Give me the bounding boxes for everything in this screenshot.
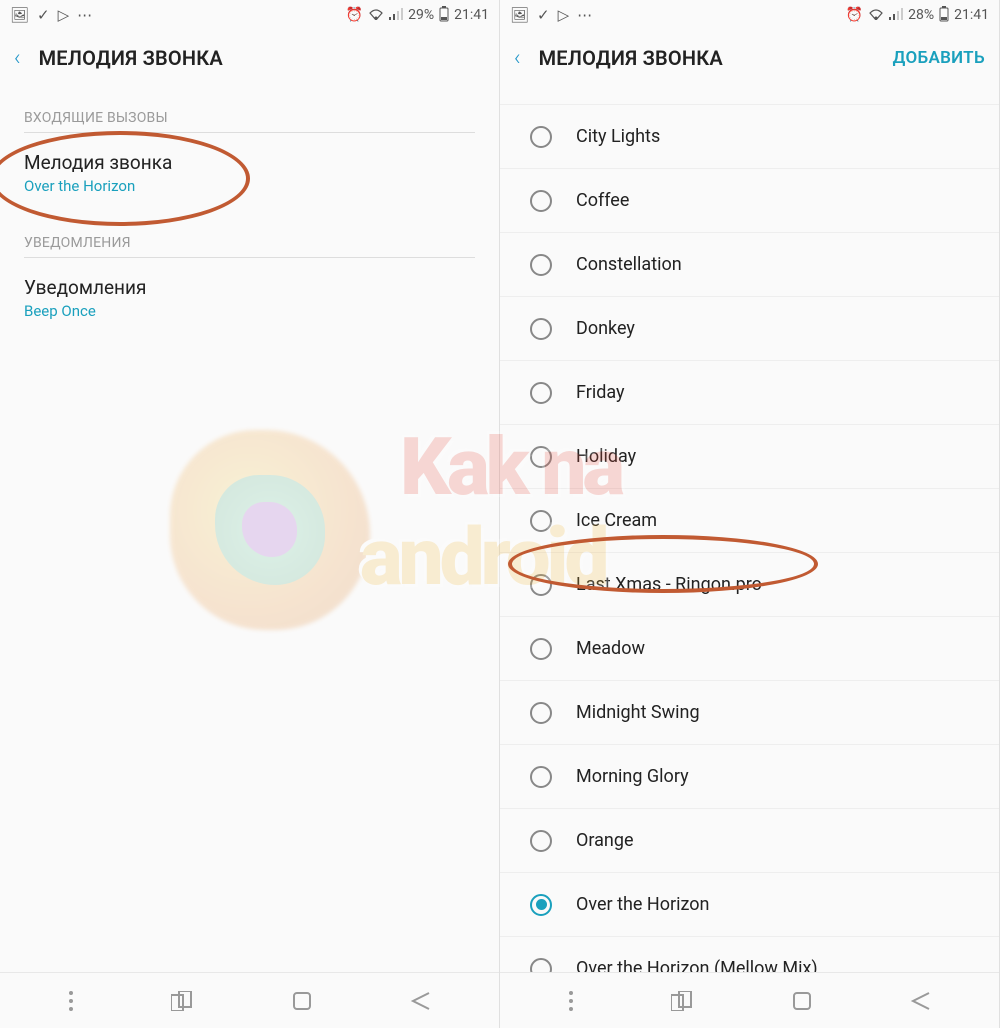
- radio-button[interactable]: [530, 766, 552, 788]
- status-right-icons: ⏰ 29% 21:41: [346, 6, 489, 25]
- alarm-icon: ⏰: [846, 8, 863, 22]
- list-item[interactable]: Meadow: [500, 617, 999, 681]
- ringtone-list[interactable]: City Lights Coffee Constellation Donkey Frid…: [500, 86, 999, 972]
- list-item[interactable]: Midnight Swing: [500, 681, 999, 745]
- nav-home-icon[interactable]: [292, 991, 312, 1011]
- list-item[interactable]: Over the Horizon: [500, 873, 999, 937]
- screen-left-settings: 🖼 ✓ ▷ ⋯ ⏰ 29% 21:41 ‹ МЕЛОДИЯ ЗВОНКА ВХО…: [0, 0, 500, 1028]
- more-icon: ⋯: [77, 8, 92, 23]
- ringtone-label: Over the Horizon (Mellow Mix): [576, 958, 818, 972]
- signal-icon: [389, 8, 403, 23]
- radio-button[interactable]: [530, 510, 552, 532]
- status-left-icons: 🖼 ✓ ▷ ⋯: [510, 8, 592, 23]
- list-item[interactable]: Coffee: [500, 169, 999, 233]
- ringtone-setting-item[interactable]: Мелодия звонка Over the Horizon: [0, 133, 499, 211]
- clock-time: 21:41: [954, 7, 989, 23]
- status-left-icons: 🖼 ✓ ▷ ⋯: [10, 8, 92, 23]
- check-icon: ✓: [37, 8, 50, 23]
- battery-icon: [939, 6, 949, 25]
- battery-icon: [439, 6, 449, 25]
- radio-button[interactable]: [530, 446, 552, 468]
- radio-button[interactable]: [530, 702, 552, 724]
- radio-button[interactable]: [530, 318, 552, 340]
- list-item[interactable]: City Lights: [500, 105, 999, 169]
- ringtone-label: Coffee: [576, 190, 629, 211]
- page-title: МЕЛОДИЯ ЗВОНКА: [39, 46, 223, 70]
- signal-icon: [889, 8, 903, 23]
- list-item[interactable]: Morning Glory: [500, 745, 999, 809]
- page-title: МЕЛОДИЯ ЗВОНКА: [539, 46, 723, 70]
- nav-back-icon[interactable]: [409, 991, 431, 1011]
- list-item[interactable]: [500, 86, 999, 105]
- alarm-icon: ⏰: [346, 8, 363, 22]
- nav-home-icon[interactable]: [792, 991, 812, 1011]
- notification-setting-item[interactable]: Уведомления Beep Once: [0, 258, 499, 336]
- battery-percent: 29%: [408, 7, 434, 23]
- more-icon: ⋯: [577, 8, 592, 23]
- list-item[interactable]: Donkey: [500, 297, 999, 361]
- radio-button[interactable]: [530, 126, 552, 148]
- list-item[interactable]: Orange: [500, 809, 999, 873]
- list-item[interactable]: Holiday: [500, 425, 999, 489]
- radio-button[interactable]: [530, 638, 552, 660]
- app-header: ‹ МЕЛОДИЯ ЗВОНКА ДОБАВИТЬ: [500, 30, 999, 86]
- nav-bar: [0, 972, 499, 1028]
- settings-content: ВХОДЯЩИЕ ВЫЗОВЫ Мелодия звонка Over the …: [0, 86, 499, 972]
- radio-button[interactable]: [530, 254, 552, 276]
- radio-button[interactable]: [530, 574, 552, 596]
- gallery-icon: 🖼: [10, 8, 29, 23]
- radio-button[interactable]: [530, 894, 552, 916]
- nav-recents-icon[interactable]: [671, 991, 695, 1011]
- battery-percent: 28%: [908, 7, 934, 23]
- app-header: ‹ МЕЛОДИЯ ЗВОНКА: [0, 30, 499, 86]
- list-item[interactable]: Friday: [500, 361, 999, 425]
- nav-more-icon[interactable]: [68, 990, 74, 1012]
- status-right-icons: ⏰ 28% 21:41: [846, 6, 989, 25]
- radio-button[interactable]: [530, 382, 552, 404]
- status-bar: 🖼 ✓ ▷ ⋯ ⏰ 29% 21:41: [0, 0, 499, 30]
- add-button[interactable]: ДОБАВИТЬ: [893, 48, 985, 68]
- list-item[interactable]: Constellation: [500, 233, 999, 297]
- screen-right-ringtone-list: 🖼 ✓ ▷ ⋯ ⏰ 28% 21:41 ‹ МЕЛОДИЯ ЗВОНКА ДОБ…: [500, 0, 1000, 1028]
- wifi-icon: [368, 8, 384, 23]
- section-notifications: УВЕДОМЛЕНИЯ: [0, 211, 499, 257]
- nav-back-icon[interactable]: [909, 991, 931, 1011]
- nav-more-icon[interactable]: [568, 990, 574, 1012]
- ringtone-setting-title: Мелодия звонка: [24, 151, 475, 174]
- check-icon: ✓: [537, 8, 550, 23]
- ringtone-label: Friday: [576, 382, 625, 403]
- play-icon: ▷: [558, 8, 570, 23]
- notification-setting-value: Beep Once: [24, 302, 475, 320]
- status-bar: 🖼 ✓ ▷ ⋯ ⏰ 28% 21:41: [500, 0, 999, 30]
- ringtone-label: Morning Glory: [576, 766, 689, 787]
- wifi-icon: [868, 8, 884, 23]
- ringtone-label: Over the Horizon: [576, 894, 710, 915]
- ringtone-label: Meadow: [576, 638, 645, 659]
- radio-button[interactable]: [530, 958, 552, 973]
- list-item[interactable]: Last Xmas - Ringon.pro: [500, 553, 999, 617]
- gallery-icon: 🖼: [510, 8, 529, 23]
- clock-time: 21:41: [454, 7, 489, 23]
- nav-recents-icon[interactable]: [171, 991, 195, 1011]
- list-item[interactable]: Ice Cream: [500, 489, 999, 553]
- radio-button[interactable]: [530, 190, 552, 212]
- ringtone-label: Midnight Swing: [576, 702, 700, 723]
- ringtone-label: City Lights: [576, 126, 660, 147]
- back-icon[interactable]: ‹: [514, 46, 521, 71]
- ringtone-label: Last Xmas - Ringon.pro: [576, 574, 762, 595]
- back-icon[interactable]: ‹: [14, 46, 21, 71]
- ringtone-label: Holiday: [576, 446, 636, 467]
- notification-setting-title: Уведомления: [24, 276, 475, 299]
- list-item[interactable]: Over the Horizon (Mellow Mix): [500, 937, 999, 972]
- ringtone-setting-value: Over the Horizon: [24, 177, 475, 195]
- section-incoming-calls: ВХОДЯЩИЕ ВЫЗОВЫ: [0, 86, 499, 132]
- ringtone-label: Orange: [576, 830, 634, 851]
- play-icon: ▷: [58, 8, 70, 23]
- ringtone-label: Ice Cream: [576, 510, 657, 531]
- ringtone-label: Donkey: [576, 318, 635, 339]
- ringtone-label: Constellation: [576, 254, 682, 275]
- radio-button[interactable]: [530, 830, 552, 852]
- nav-bar: [500, 972, 999, 1028]
